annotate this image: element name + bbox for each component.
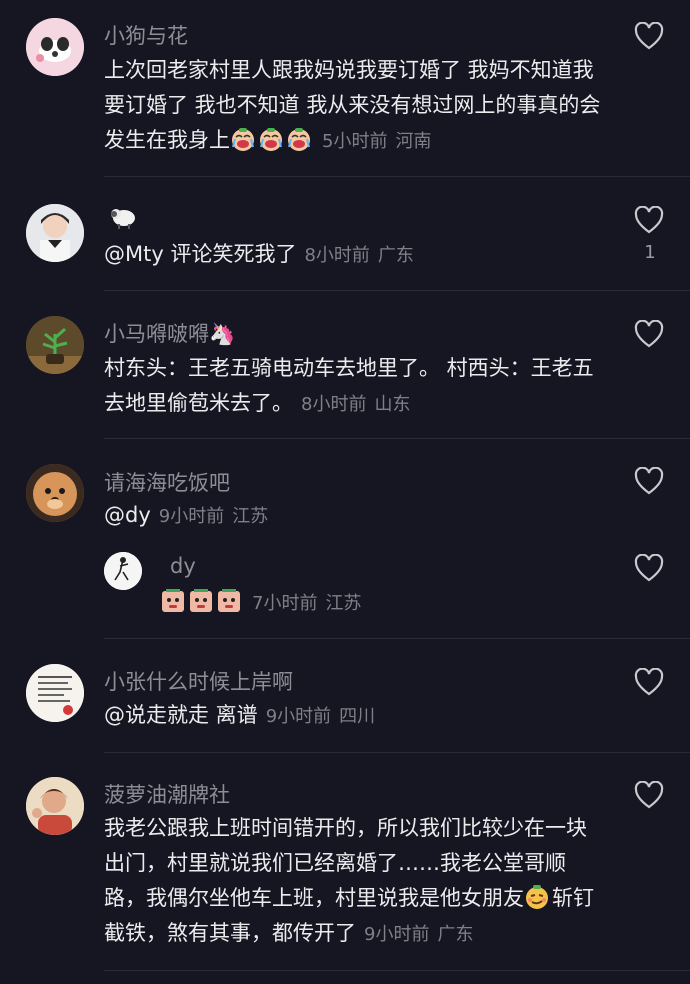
comment-list: 小狗与花 上次回老家村里人跟我妈说我要订婚了 我妈不知道我要订婚了 我也不知道 …: [0, 0, 690, 984]
comment-text: @dy 9小时前 江苏: [104, 498, 604, 534]
heart-icon[interactable]: [634, 22, 664, 50]
comment-time: 9小时前: [364, 924, 430, 945]
reply-text: 7小时前 江苏: [160, 585, 660, 621]
reply-location: 江苏: [325, 593, 362, 614]
sweat-face-icon: [188, 589, 216, 614]
avatar[interactable]: [26, 204, 84, 262]
sweat-face-icon: [160, 589, 188, 614]
crying-face-icon: [286, 128, 314, 152]
comment-author[interactable]: 菠萝油潮牌社: [104, 779, 230, 809]
divider: [104, 638, 690, 639]
comment-location: 四川: [339, 706, 376, 727]
avatar[interactable]: [26, 316, 84, 374]
avatar[interactable]: [26, 777, 84, 835]
crying-face-icon: [258, 128, 286, 152]
heart-icon[interactable]: [634, 668, 664, 696]
comment-author[interactable]: 小狗与花: [104, 20, 188, 50]
heart-icon[interactable]: [634, 320, 664, 348]
comment-location: 广东: [437, 924, 474, 945]
comment-time: 8小时前: [301, 394, 367, 415]
avatar[interactable]: [26, 18, 84, 76]
comment-text: @说走就走 离谱 9小时前 四川: [104, 698, 604, 734]
comment-location: 广东: [377, 245, 414, 266]
comment-body: @Mty 评论笑死我了: [104, 242, 297, 266]
comment-time: 9小时前: [158, 506, 225, 527]
divider: [104, 176, 690, 177]
comment-time: 9小时前: [265, 706, 332, 727]
comment-author[interactable]: 🐑: [108, 204, 140, 235]
heart-icon[interactable]: [634, 554, 664, 582]
comment-author-name: 小马嘚啵嘚🦄: [104, 322, 236, 346]
comment-author[interactable]: 小张什么时候上岸啊: [104, 666, 293, 696]
divider: [104, 970, 690, 971]
comment-time: 8小时前: [304, 245, 370, 266]
comment-author[interactable]: 小马嘚啵嘚🦄: [104, 318, 235, 348]
smirk-face-icon: [524, 885, 552, 910]
comment-body: @说走就走 离谱: [104, 703, 258, 727]
reply-time: 7小时前: [252, 593, 318, 614]
heart-icon[interactable]: [634, 206, 664, 234]
sheep-icon: [111, 209, 135, 229]
comment-time: 5小时前: [322, 131, 388, 152]
comment-location: 江苏: [232, 506, 269, 527]
heart-icon[interactable]: [634, 781, 664, 809]
comment-body: 我老公跟我上班时间错开的，所以我们比较少在一块出门，村里就说我们已经离婚了……我…: [104, 816, 587, 910]
comment-body: @dy: [104, 503, 151, 527]
divider: [104, 438, 690, 439]
crying-face-icon: [230, 128, 258, 152]
comment-text: @Mty 评论笑死我了 8小时前 广东: [104, 237, 604, 273]
comment-text: 上次回老家村里人跟我妈说我要订婚了 我妈不知道我要订婚了 我也不知道 我从来没有…: [104, 53, 604, 159]
comment-text: 村东头：王老五骑电动车去地里了。 村西头：王老五去地里偷苞米去了。 8小时前 山东: [104, 351, 604, 422]
like-count: 1: [644, 242, 656, 263]
comment-location: 河南: [395, 131, 432, 152]
avatar[interactable]: [26, 464, 84, 522]
comment-author[interactable]: 请海海吃饭吧: [104, 467, 230, 497]
divider: [104, 290, 690, 291]
comment-text: 我老公跟我上班时间错开的，所以我们比较少在一块出门，村里就说我们已经离婚了……我…: [104, 811, 604, 952]
sweat-face-icon: [216, 589, 244, 614]
divider: [104, 752, 690, 753]
avatar[interactable]: [26, 664, 84, 722]
reply-author[interactable]: dy: [170, 554, 196, 578]
reply-avatar[interactable]: [104, 552, 142, 590]
heart-icon[interactable]: [634, 467, 664, 495]
comment-location: 山东: [374, 394, 411, 415]
